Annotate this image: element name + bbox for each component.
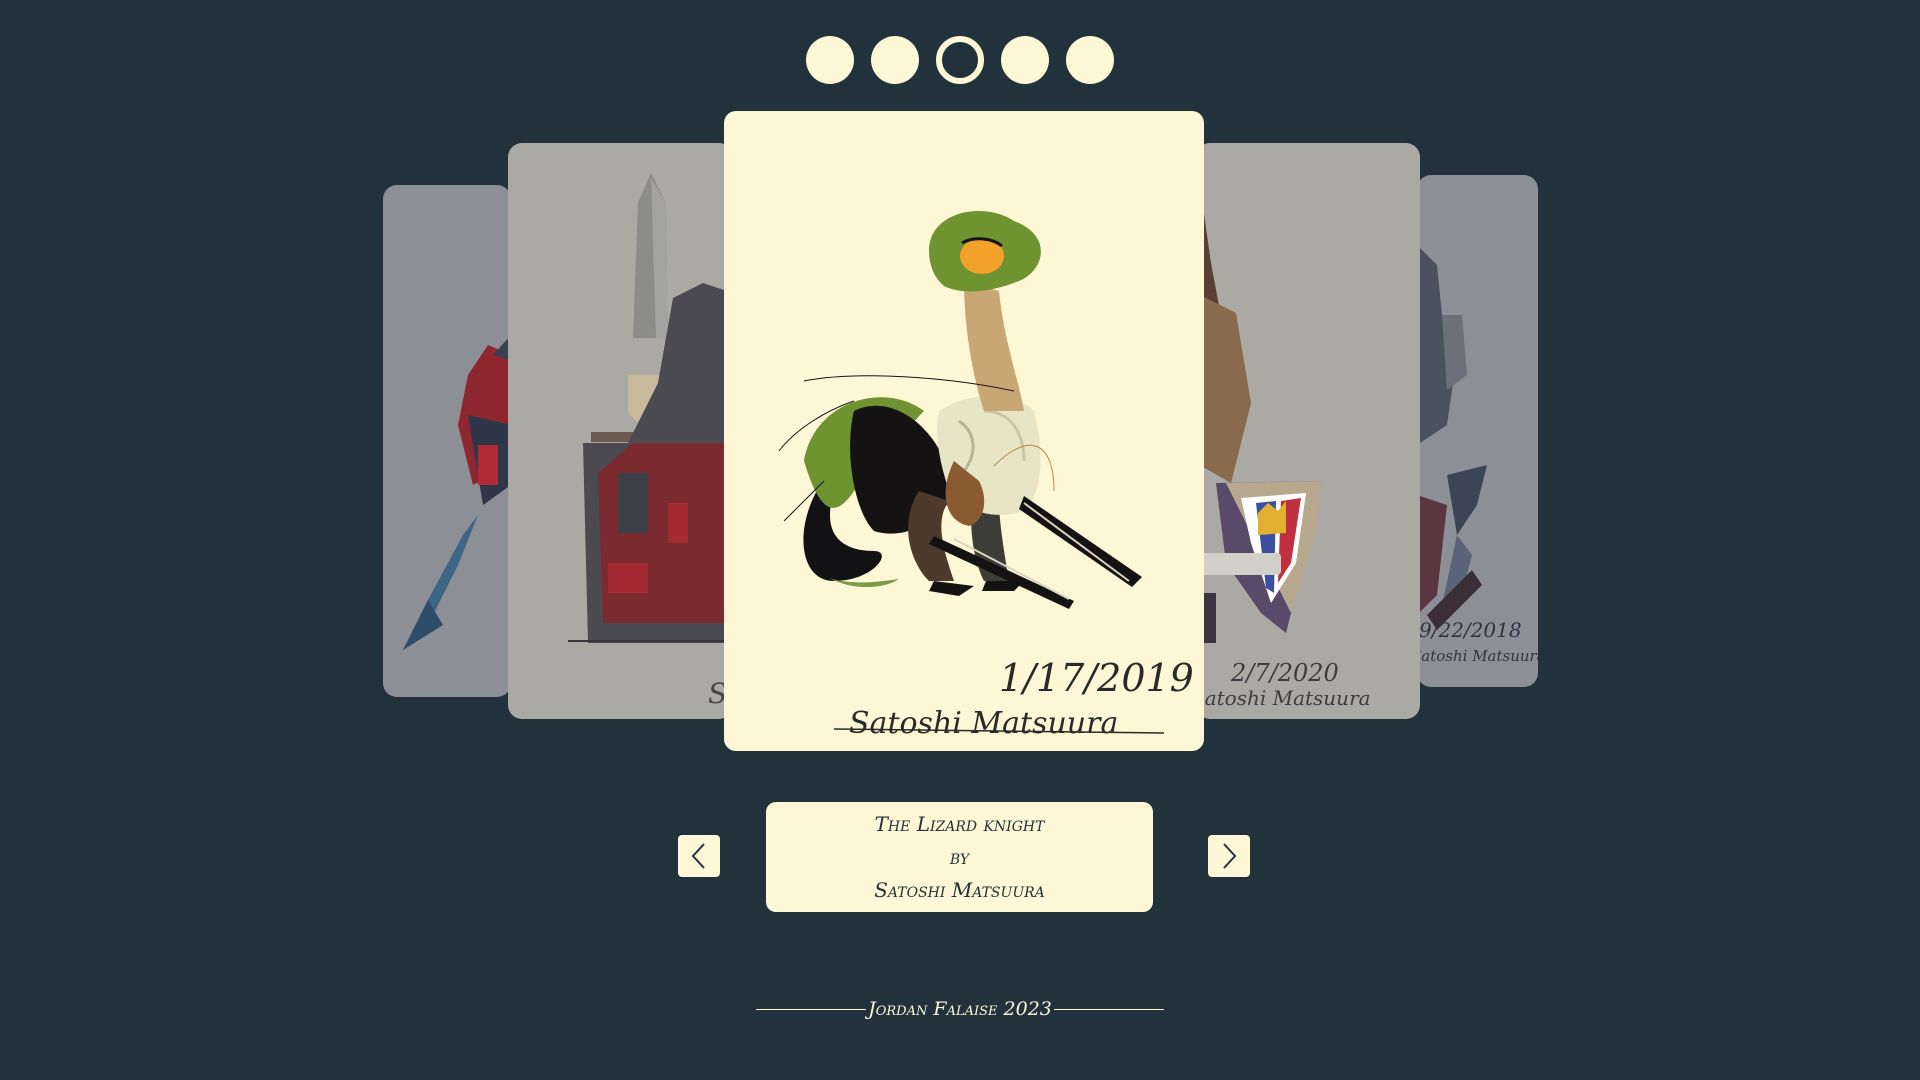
far-right-signature-date: 9/22/2018 [1419, 618, 1522, 642]
footer-credit: Jordan Falaise 2023 [868, 998, 1052, 1020]
caption-artist: Satoshi Matsuura [874, 877, 1045, 902]
artwork-armored-knight: 9/22/2018 Satoshi Matsuura [1417, 245, 1538, 665]
center-signature-name: Satoshi Matsuura [849, 706, 1118, 741]
footer: Jordan Falaise 2023 [0, 998, 1920, 1020]
right-signature-date: 2/7/2020 [1230, 659, 1339, 687]
footer-line-right [1053, 1008, 1164, 1010]
pagination-dot-2[interactable] [871, 36, 919, 84]
slide-card-far-right[interactable]: 9/22/2018 Satoshi Matsuura [1417, 175, 1538, 687]
artwork-lizard-knight: 1/17/2019 Satoshi Matsuura [778, 211, 1194, 741]
pagination-dot-1[interactable] [806, 36, 854, 84]
center-signature-date: 1/17/2019 [999, 656, 1194, 700]
right-signature-name: Satoshi Matsuura [1196, 686, 1371, 710]
slide-card-right[interactable]: 2/7/2020 Satoshi Matsuura [1196, 143, 1420, 719]
far-right-signature-name: Satoshi Matsuura [1417, 647, 1538, 665]
chevron-right-icon [1223, 843, 1237, 869]
pagination-dot-4[interactable] [1001, 36, 1049, 84]
chevron-left-icon [691, 843, 705, 869]
slide-card-center[interactable]: 1/17/2019 Satoshi Matsuura [724, 111, 1204, 751]
footer-line-left [756, 1008, 867, 1010]
slide-card-left[interactable]: S [508, 143, 733, 719]
previous-button[interactable] [678, 835, 720, 877]
artwork-crown-shield-knight: 2/7/2020 Satoshi Matsuura [1196, 173, 1371, 710]
slide-card-far-left[interactable] [383, 185, 511, 697]
pagination-dots [0, 36, 1920, 84]
caption-title: The Lizard knight [874, 811, 1045, 836]
artwork-sword-knight: S [568, 173, 733, 710]
artwork-caption: The Lizard knight by Satoshi Matsuura [766, 802, 1153, 912]
pagination-dot-5[interactable] [1066, 36, 1114, 84]
artwork-spear-warrior [403, 335, 511, 650]
next-button[interactable] [1208, 835, 1250, 877]
pagination-dot-3[interactable] [936, 36, 984, 84]
caption-by: by [949, 844, 970, 869]
